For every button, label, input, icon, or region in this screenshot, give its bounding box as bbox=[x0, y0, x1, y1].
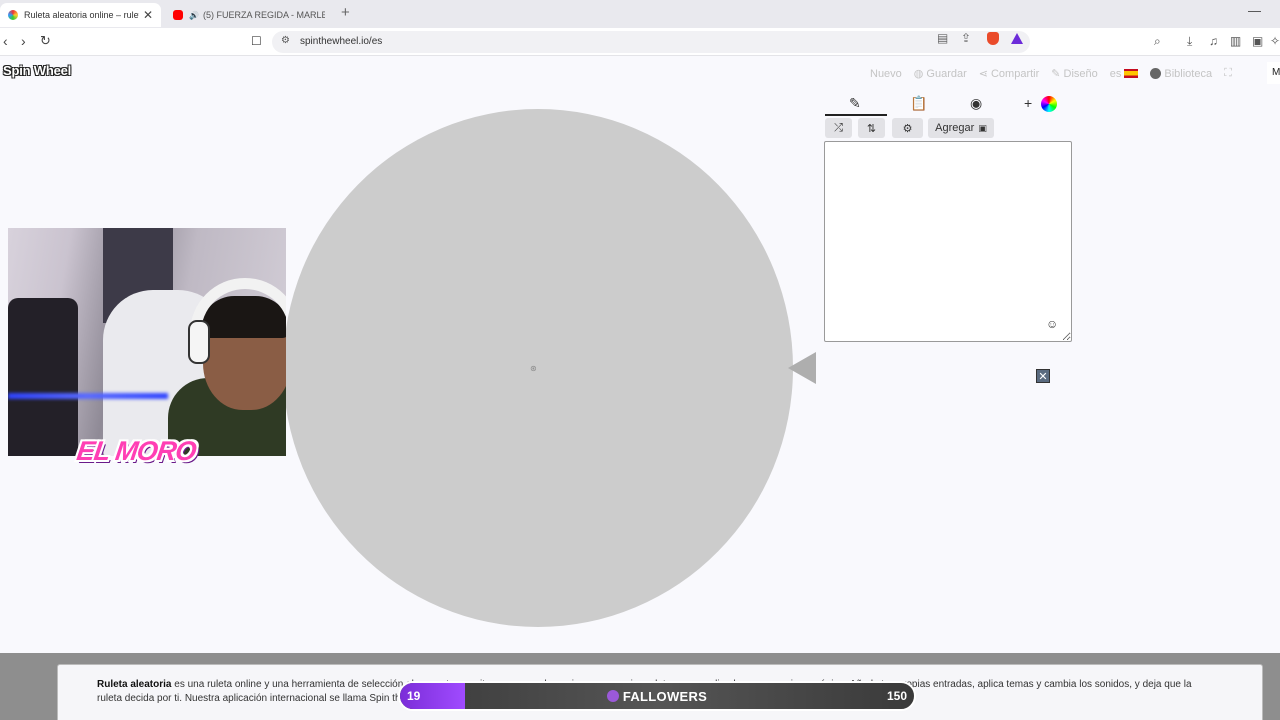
close-icon[interactable]: ✕ bbox=[1036, 369, 1050, 383]
browser-tab-bar: Ruleta aleatoria online – ruleta d ✕ 🔊 (… bbox=[0, 0, 1280, 28]
music-icon[interactable]: ♫ bbox=[1209, 34, 1218, 48]
spinwheel-favicon-icon bbox=[8, 10, 18, 20]
url-text: spinthewheel.io/es bbox=[300, 36, 383, 47]
edit-tab-pencil-icon[interactable]: ✎ bbox=[849, 95, 861, 112]
wheel-center-icon[interactable]: ⊛ bbox=[530, 364, 537, 373]
address-bar[interactable]: ⚙ spinthewheel.io/es bbox=[272, 31, 1030, 53]
minimize-icon[interactable]: — bbox=[1248, 3, 1261, 18]
spain-flag-icon bbox=[1124, 69, 1139, 78]
reload-icon[interactable]: ↻ bbox=[40, 33, 51, 49]
menu-language-button[interactable]: es bbox=[1110, 67, 1139, 80]
tab-search-icon[interactable]: ⌕ bbox=[1154, 34, 1161, 49]
results-tab-clipboard-icon[interactable]: 📋 bbox=[910, 95, 927, 112]
add-image-button[interactable]: Agregar ▣ bbox=[928, 118, 994, 138]
site-settings-icon[interactable]: ⚙ bbox=[281, 35, 290, 46]
back-icon[interactable]: ‹ bbox=[3, 33, 8, 49]
menu-share-button[interactable]: ⋖ Compartir bbox=[978, 67, 1040, 81]
image-settings-button[interactable]: ⚙ bbox=[892, 118, 923, 138]
streamer-logo: EL MORO bbox=[74, 436, 198, 466]
goal-label: FALLOWERS bbox=[400, 689, 914, 704]
brush-icon: ✎ bbox=[1051, 68, 1061, 80]
tab-ruleta[interactable]: Ruleta aleatoria online – ruleta d ✕ bbox=[0, 3, 161, 27]
new-tab-icon[interactable]: + bbox=[341, 4, 350, 21]
bookmark-icon[interactable]: ☐ bbox=[251, 33, 262, 49]
forward-icon[interactable]: › bbox=[21, 33, 26, 49]
wheel-pointer-icon bbox=[788, 352, 816, 384]
follower-icon bbox=[606, 690, 619, 702]
sidebar-icon[interactable]: ▥ bbox=[1230, 34, 1241, 48]
menu-design-button[interactable]: ✎ Diseño bbox=[1051, 67, 1097, 81]
menu-library-button[interactable]: Biblioteca bbox=[1150, 67, 1212, 80]
youtube-favicon-icon bbox=[173, 10, 183, 20]
site-menu: Nuevo ◍ Guardar ⋖ Compartir ✎ Diseño es Bib… bbox=[870, 67, 1232, 80]
spin-wheel-logo[interactable]: Spin Wheel bbox=[3, 63, 71, 78]
menu-new-button[interactable]: Nuevo bbox=[870, 67, 902, 80]
goal-max: 150 bbox=[886, 689, 907, 703]
menu-save-button[interactable]: ◍ Guardar bbox=[913, 67, 967, 81]
download-icon[interactable]: ⤓ bbox=[1187, 34, 1192, 49]
tab-title: (5) FUERZA REGIDA - MARLBORO bbox=[202, 10, 325, 20]
reader-icon[interactable]: ▤ bbox=[937, 31, 948, 45]
close-tab-icon[interactable]: ✕ bbox=[143, 8, 153, 22]
fullscreen-icon[interactable]: ⛶ bbox=[1224, 67, 1232, 80]
audio-icon: 🔊 bbox=[189, 10, 199, 20]
tab-title: Ruleta aleatoria online – ruleta d bbox=[24, 10, 139, 20]
active-tab-indicator bbox=[825, 114, 887, 116]
sort-button[interactable]: ⇅ bbox=[858, 118, 885, 138]
shuffle-icon: ⤮ bbox=[834, 121, 843, 134]
emoji-icon[interactable]: ☺ bbox=[1046, 317, 1058, 331]
hidden-tab-eye-off-icon[interactable]: ◉ bbox=[970, 95, 982, 112]
brave-shield-icon[interactable] bbox=[987, 32, 999, 45]
entries-textarea[interactable] bbox=[824, 141, 1072, 342]
webcam-overlay bbox=[8, 228, 286, 456]
image-icon: ▣ bbox=[978, 122, 987, 133]
leo-icon[interactable]: ✧ bbox=[1270, 34, 1280, 48]
library-icon bbox=[1150, 68, 1162, 79]
save-icon: ◍ bbox=[913, 68, 924, 80]
tab-youtube[interactable]: 🔊 (5) FUERZA REGIDA - MARLBORO bbox=[165, 3, 333, 27]
spin-wheel[interactable] bbox=[283, 109, 793, 627]
color-wheel-icon[interactable] bbox=[1041, 96, 1057, 112]
wallet-icon[interactable]: ▣ bbox=[1252, 34, 1263, 48]
browser-toolbar: ‹ › ↻ ☐ ⚙ spinthewheel.io/es ▤ ⇪ ⌕ ⤓ ♫ ▥… bbox=[0, 28, 1280, 56]
menu-overflow-button[interactable]: M bbox=[1267, 62, 1280, 84]
share-icon[interactable]: ⇪ bbox=[961, 31, 971, 45]
gear-icon: ⚙ bbox=[902, 122, 913, 135]
follower-goal-bar: 19 FALLOWERS 150 bbox=[398, 681, 916, 711]
brave-rewards-icon[interactable] bbox=[1011, 33, 1023, 44]
shuffle-button[interactable]: ⤮ bbox=[825, 118, 852, 138]
share-icon: ⋖ bbox=[978, 68, 988, 80]
add-wheel-plus-icon[interactable]: + bbox=[1024, 95, 1032, 111]
editor-tabs: ✎ 📋 ◉ + bbox=[825, 92, 1071, 116]
sort-icon: ⇅ bbox=[866, 122, 877, 135]
